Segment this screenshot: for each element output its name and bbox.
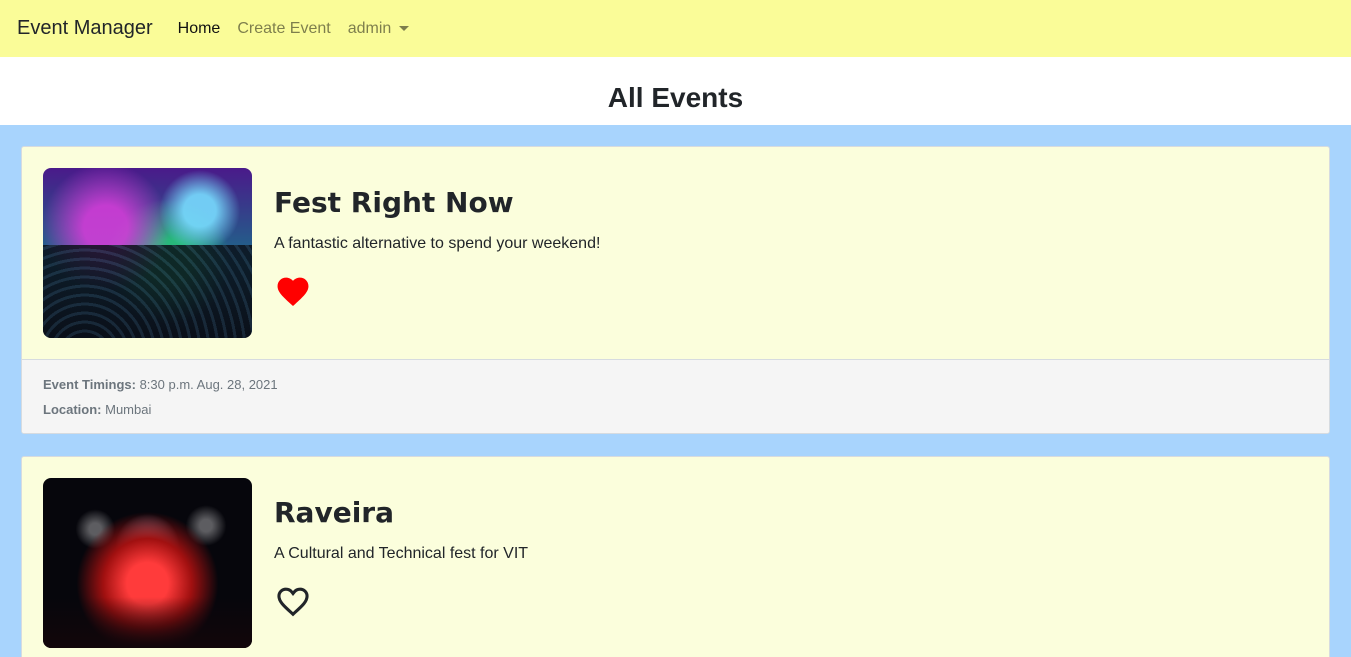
event-description: A fantastic alternative to spend your we… xyxy=(274,234,601,252)
heart-filled-icon[interactable] xyxy=(274,273,312,307)
user-dropdown-label: admin xyxy=(347,19,392,37)
event-card: Fest Right Now A fantastic alternative t… xyxy=(21,146,1330,434)
nav-create-event-link[interactable]: Create Event xyxy=(237,20,330,38)
brand-link[interactable]: Event Manager xyxy=(17,17,153,40)
page-header: All Events xyxy=(0,57,1351,125)
event-description: A Cultural and Technical fest for VIT xyxy=(274,544,529,562)
caret-down-icon xyxy=(399,26,410,31)
event-timings: Event Timings: 8:30 p.m. Aug. 28, 2021 xyxy=(43,377,1308,392)
nav-home-link[interactable]: Home xyxy=(178,20,221,38)
event-image xyxy=(43,478,252,648)
event-card-body: Raveira A Cultural and Technical fest fo… xyxy=(22,457,1329,657)
page-title: All Events xyxy=(607,81,744,113)
event-title: Fest Right Now xyxy=(274,186,514,219)
event-info: Fest Right Now A fantastic alternative t… xyxy=(252,168,600,338)
event-card-body: Fest Right Now A fantastic alternative t… xyxy=(22,147,1329,359)
heart-outline-icon[interactable] xyxy=(274,583,312,617)
event-location: Location: Mumbai xyxy=(43,402,1308,417)
event-info: Raveira A Cultural and Technical fest fo… xyxy=(252,478,528,648)
event-card-footer: Event Timings: 8:30 p.m. Aug. 28, 2021 L… xyxy=(22,359,1329,433)
event-location-value: Mumbai xyxy=(105,402,152,417)
event-timings-label: Event Timings: xyxy=(43,377,136,392)
event-card: Raveira A Cultural and Technical fest fo… xyxy=(21,456,1330,657)
event-title: Raveira xyxy=(274,496,394,529)
event-location-label: Location: xyxy=(43,402,102,417)
user-dropdown-toggle[interactable]: admin xyxy=(348,20,410,38)
event-timings-value: 8:30 p.m. Aug. 28, 2021 xyxy=(139,377,278,392)
navbar: Event Manager Home Create Event admin xyxy=(0,0,1351,57)
event-list: Fest Right Now A fantastic alternative t… xyxy=(0,125,1351,657)
event-image xyxy=(43,168,252,338)
